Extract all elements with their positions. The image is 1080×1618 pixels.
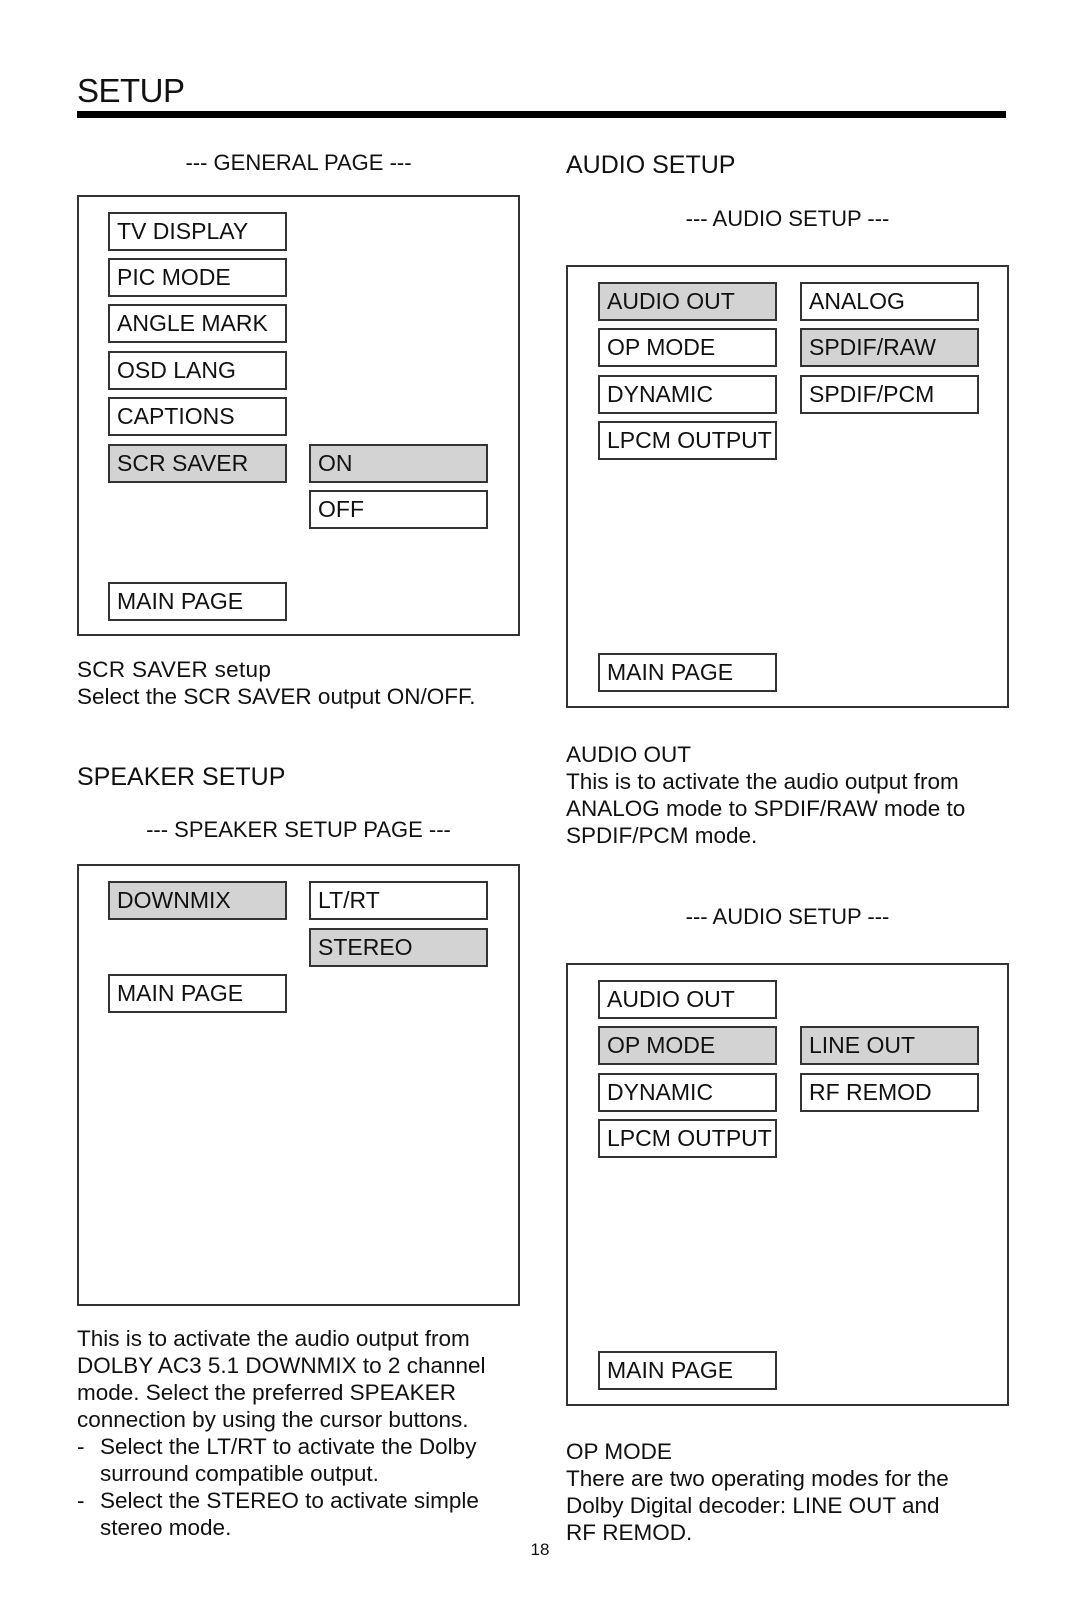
- menu-item-angle-mark[interactable]: ANGLE MARK: [108, 304, 287, 343]
- main-page-button[interactable]: MAIN PAGE: [108, 582, 287, 621]
- menu-item-pic-mode[interactable]: PIC MODE: [108, 258, 287, 297]
- desc-line: There are two operating modes for the: [566, 1466, 949, 1491]
- page-number: 18: [530, 1540, 550, 1559]
- desc-line: This is to activate the audio output fro…: [566, 769, 959, 794]
- desc-line: SPDIF/PCM mode.: [566, 823, 758, 848]
- option-rf-remod[interactable]: RF REMOD: [800, 1073, 979, 1112]
- option-off[interactable]: OFF: [309, 490, 488, 529]
- menu-item-dynamic[interactable]: DYNAMIC: [598, 375, 777, 414]
- op-mode-description: OP MODE There are two operating modes fo…: [566, 1438, 1026, 1546]
- audio-out-description: AUDIO OUT This is to activate the audio …: [566, 741, 1026, 849]
- speaker-setup-panel: DOWNMIX LT/RT STEREO MAIN PAGE: [77, 864, 520, 1306]
- menu-item-op-mode[interactable]: OP MODE: [598, 1026, 777, 1065]
- option-stereo[interactable]: STEREO: [309, 928, 488, 967]
- speaker-setup-heading: SPEAKER SETUP: [77, 763, 286, 791]
- title-rule: [77, 111, 1006, 118]
- bullet-stereo: Select the STEREO to activate simple ste…: [77, 1487, 537, 1541]
- menu-item-lpcm-output[interactable]: LPCM OUTPUT: [598, 1119, 777, 1158]
- menu-item-scr-saver[interactable]: SCR SAVER: [108, 444, 287, 483]
- desc-title: SCR SAVER setup: [77, 657, 272, 682]
- menu-item-audio-out[interactable]: AUDIO OUT: [598, 282, 777, 321]
- desc-text: Select the SCR SAVER output ON/OFF.: [77, 684, 476, 709]
- main-page-button[interactable]: MAIN PAGE: [598, 653, 777, 692]
- scr-saver-description: SCR SAVER setup Select the SCR SAVER out…: [77, 656, 537, 710]
- option-lt-rt[interactable]: LT/RT: [309, 881, 488, 920]
- desc-line: This is to activate the audio output fro…: [77, 1326, 470, 1351]
- audio-setup-panel-2: AUDIO OUT OP MODE DYNAMIC LPCM OUTPUT LI…: [566, 963, 1009, 1406]
- option-line-out[interactable]: LINE OUT: [800, 1026, 979, 1065]
- main-page-button[interactable]: MAIN PAGE: [108, 974, 287, 1013]
- general-page-panel: TV DISPLAY PIC MODE ANGLE MARK OSD LANG …: [77, 195, 520, 636]
- audio-setup-panel-1: AUDIO OUT OP MODE DYNAMIC LPCM OUTPUT AN…: [566, 265, 1009, 708]
- menu-item-op-mode[interactable]: OP MODE: [598, 328, 777, 367]
- menu-item-lpcm-output[interactable]: LPCM OUTPUT: [598, 421, 777, 460]
- menu-item-downmix[interactable]: DOWNMIX: [108, 881, 287, 920]
- page-title: SETUP: [77, 72, 185, 109]
- bullet-lt-rt: Select the LT/RT to activate the Dolby s…: [77, 1433, 537, 1487]
- desc-line: connection by using the cursor buttons.: [77, 1407, 469, 1432]
- option-analog[interactable]: ANALOG: [800, 282, 979, 321]
- desc-title: OP MODE: [566, 1439, 672, 1464]
- menu-item-dynamic[interactable]: DYNAMIC: [598, 1073, 777, 1112]
- general-page-caption: --- GENERAL PAGE ---: [185, 150, 412, 175]
- audio-setup-caption-2: --- AUDIO SETUP ---: [685, 904, 890, 929]
- desc-line: ANALOG mode to SPDIF/RAW mode to: [566, 796, 966, 821]
- desc-line: mode. Select the preferred SPEAKER: [77, 1380, 456, 1405]
- menu-item-tv-display[interactable]: TV DISPLAY: [108, 212, 287, 251]
- option-on[interactable]: ON: [309, 444, 488, 483]
- speaker-description: This is to activate the audio output fro…: [77, 1325, 537, 1541]
- audio-setup-heading: AUDIO SETUP: [566, 151, 736, 179]
- menu-item-captions[interactable]: CAPTIONS: [108, 397, 287, 436]
- audio-setup-caption-1: --- AUDIO SETUP ---: [685, 206, 890, 231]
- speaker-setup-caption: --- SPEAKER SETUP PAGE ---: [146, 817, 451, 842]
- desc-line: Dolby Digital decoder: LINE OUT and: [566, 1493, 940, 1518]
- desc-title: AUDIO OUT: [566, 742, 692, 767]
- option-spdif-pcm[interactable]: SPDIF/PCM: [800, 375, 979, 414]
- option-spdif-raw[interactable]: SPDIF/RAW: [800, 328, 979, 367]
- menu-item-osd-lang[interactable]: OSD LANG: [108, 351, 287, 390]
- menu-item-audio-out[interactable]: AUDIO OUT: [598, 980, 777, 1019]
- main-page-button[interactable]: MAIN PAGE: [598, 1351, 777, 1390]
- desc-line: DOLBY AC3 5.1 DOWNMIX to 2 channel: [77, 1353, 486, 1378]
